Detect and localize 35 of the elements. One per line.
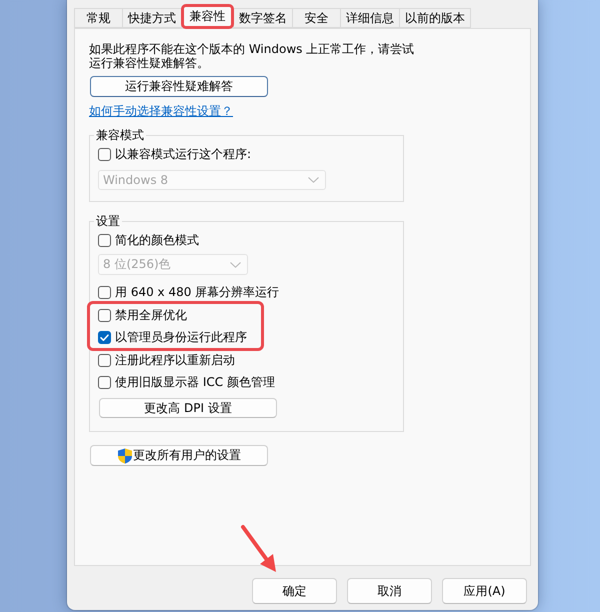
- dpi-settings-button[interactable]: 更改高 DPI 设置: [99, 398, 277, 418]
- checkbox-label[interactable]: 使用旧版显示器 ICC 颜色管理: [115, 374, 275, 390]
- checkbox[interactable]: [98, 376, 111, 388]
- checkbox-label[interactable]: 以兼容模式运行这个程序:: [115, 146, 252, 162]
- dialog-button[interactable]: 确定: [252, 578, 337, 604]
- shield-icon: [117, 448, 133, 464]
- checkbox[interactable]: [98, 286, 111, 298]
- tab[interactable]: 安全: [292, 8, 341, 28]
- tab[interactable]: 以前的版本: [399, 8, 471, 28]
- dialog-button[interactable]: 取消: [347, 578, 432, 604]
- intro-text: 如果此程序不能在这个版本的 Windows 上正常工作，请尝试运行兼容性疑难解答。: [89, 42, 416, 70]
- checkbox[interactable]: [98, 354, 111, 366]
- checkbox[interactable]: [98, 330, 111, 344]
- dialog-button[interactable]: 应用(A): [442, 578, 527, 604]
- help-link[interactable]: 如何手动选择兼容性设置？: [89, 104, 233, 118]
- chevron-icon: [308, 177, 319, 183]
- group-title: 设置: [95, 214, 121, 228]
- checkbox[interactable]: [98, 308, 111, 322]
- checkbox[interactable]: [98, 234, 111, 246]
- tab[interactable]: 数字签名: [233, 8, 293, 28]
- tab[interactable]: 常规: [74, 8, 123, 28]
- checkbox[interactable]: [98, 148, 111, 160]
- checkmark-icon: [99, 332, 110, 342]
- checkbox-label[interactable]: 用 640 x 480 屏幕分辨率运行: [115, 284, 280, 300]
- checkbox-label[interactable]: 简化的颜色模式: [115, 232, 199, 248]
- tab[interactable]: 详细信息: [340, 8, 400, 28]
- checkbox-label[interactable]: 注册此程序以重新启动: [115, 352, 235, 368]
- checkbox-label[interactable]: 以管理员身份运行此程序: [115, 328, 247, 346]
- troubleshoot-button[interactable]: 运行兼容性疑难解答: [90, 76, 268, 97]
- checkbox-label[interactable]: 禁用全屏优化: [115, 306, 187, 324]
- tab[interactable]: 快捷方式: [122, 8, 182, 28]
- tab[interactable]: 兼容性: [181, 4, 234, 29]
- all-users-settings-button[interactable]: 更改所有用户的设置: [90, 445, 268, 466]
- chevron-icon: [230, 262, 241, 268]
- group-title: 兼容模式: [95, 128, 145, 142]
